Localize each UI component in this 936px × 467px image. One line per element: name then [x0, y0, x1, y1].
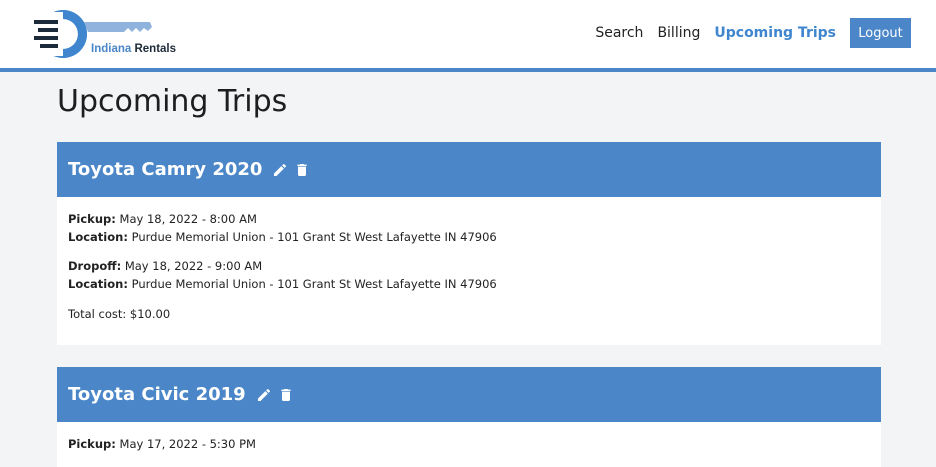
- nav-link-search[interactable]: Search: [595, 25, 643, 41]
- location-label: Location:: [68, 230, 128, 244]
- pickup-time: May 18, 2022 - 8:00 AM: [119, 212, 257, 226]
- pickup-block: Pickup: May 17, 2022 - 5:30 PM: [68, 435, 870, 453]
- trash-icon[interactable]: [294, 162, 310, 178]
- trip-car-name: Toyota Civic 2019: [68, 384, 246, 405]
- trash-icon[interactable]: [278, 387, 294, 403]
- trip-card-header: Toyota Camry 2020: [57, 142, 881, 197]
- trip-card-body: Pickup: May 17, 2022 - 5:30 PM: [57, 422, 881, 453]
- pickup-location: Purdue Memorial Union - 101 Grant St Wes…: [131, 230, 497, 244]
- pickup-block: Pickup: May 18, 2022 - 8:00 AM Location:…: [68, 210, 870, 246]
- pencil-icon[interactable]: [256, 387, 272, 403]
- dropoff-location: Purdue Memorial Union - 101 Grant St Wes…: [131, 277, 497, 291]
- brand-name-part1: Indiana: [91, 43, 132, 55]
- trip-car-name: Toyota Camry 2020: [68, 159, 263, 180]
- nav-link-upcoming-trips[interactable]: Upcoming Trips: [714, 25, 836, 41]
- pickup-label: Pickup:: [68, 437, 116, 451]
- dropoff-time: May 18, 2022 - 9:00 AM: [124, 259, 263, 273]
- nav-link-billing[interactable]: Billing: [657, 25, 700, 41]
- trip-card: Toyota Camry 2020 Pickup: May 18, 2022 -…: [57, 142, 881, 345]
- brand-name: Indiana Rentals: [91, 43, 176, 55]
- dropoff-label: Dropoff:: [68, 259, 122, 273]
- pencil-icon[interactable]: [272, 162, 288, 178]
- nav-links: Search Billing Upcoming Trips Logout: [581, 18, 911, 48]
- brand-name-part2: Rentals: [134, 43, 177, 55]
- pickup-label: Pickup:: [68, 212, 116, 226]
- navbar: Indiana Rentals Search Billing Upcoming …: [0, 0, 936, 72]
- trip-card-header: Toyota Civic 2019: [57, 367, 881, 422]
- trip-card: Toyota Civic 2019 Pickup: May 17, 2022 -…: [57, 367, 881, 467]
- dropoff-block: Dropoff: May 18, 2022 - 9:00 AM Location…: [68, 257, 870, 293]
- total-cost: Total cost: $10.00: [68, 307, 171, 321]
- trip-card-body: Pickup: May 18, 2022 - 8:00 AM Location:…: [57, 197, 881, 323]
- page-title: Upcoming Trips: [57, 84, 288, 119]
- location-label: Location:: [68, 277, 128, 291]
- logout-button[interactable]: Logout: [850, 18, 911, 48]
- pickup-time: May 17, 2022 - 5:30 PM: [119, 437, 256, 451]
